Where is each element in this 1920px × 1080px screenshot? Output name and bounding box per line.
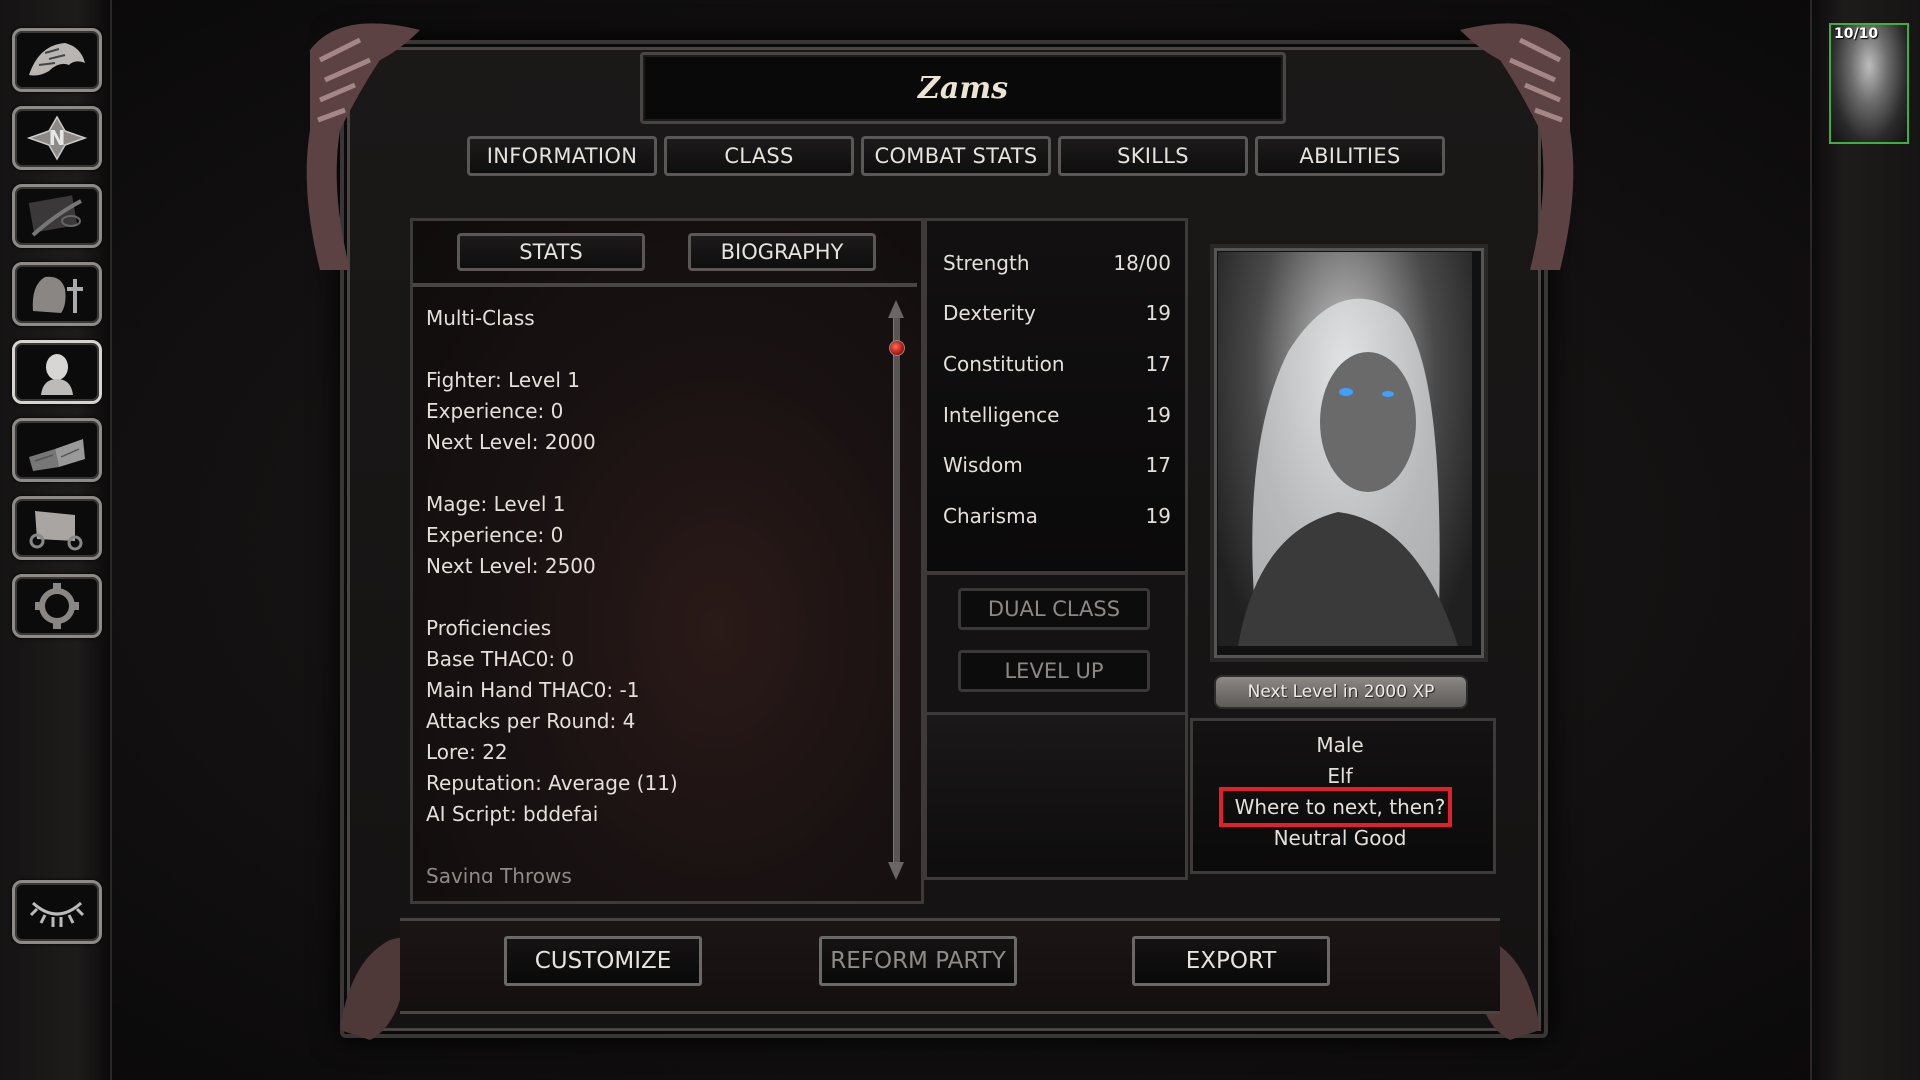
quill-icon bbox=[28, 195, 82, 237]
party-portrait[interactable]: 10/10 bbox=[1829, 23, 1909, 144]
info-line: Next Level: 2000 bbox=[426, 430, 596, 454]
info-line: Lore: 22 bbox=[426, 740, 508, 764]
left-sidebar: N bbox=[0, 0, 112, 1080]
ability-label: Strength bbox=[943, 251, 1030, 275]
export-button[interactable]: EXPORT bbox=[1132, 936, 1330, 986]
gender-label: Male bbox=[1316, 733, 1364, 757]
info-line bbox=[426, 830, 866, 861]
dual-class-button[interactable]: DUAL CLASS bbox=[958, 588, 1150, 630]
ability-row-strength: Strength 18/00 bbox=[943, 243, 1171, 283]
ability-value: 17 bbox=[1145, 352, 1171, 376]
ability-row-charisma: Charisma 19 bbox=[943, 496, 1171, 536]
ability-value: 17 bbox=[1145, 453, 1171, 477]
head-bust-icon bbox=[41, 354, 73, 395]
subtab-stats[interactable]: STATS bbox=[457, 233, 645, 271]
ability-row-dexterity: Dexterity 19 bbox=[943, 293, 1171, 333]
scroll-down-arrow-icon[interactable] bbox=[888, 862, 904, 880]
race-label: Elf bbox=[1327, 764, 1353, 788]
closed-eye-icon bbox=[29, 901, 85, 927]
info-line bbox=[426, 334, 866, 365]
info-line: AI Script: bddefai bbox=[426, 802, 599, 826]
mage-spellbook-button[interactable] bbox=[12, 418, 102, 482]
inventory-button[interactable] bbox=[12, 262, 102, 326]
info-line: Multi-Class bbox=[426, 306, 535, 330]
tab-information[interactable]: INFORMATION bbox=[467, 136, 657, 176]
alignment-label: Neutral Good bbox=[1273, 826, 1407, 850]
options-button[interactable] bbox=[12, 574, 102, 638]
elf-portrait-icon bbox=[1238, 298, 1458, 646]
ability-value: 19 bbox=[1145, 504, 1171, 528]
character-name: Zams bbox=[918, 70, 1008, 106]
armor-sword-icon bbox=[32, 276, 83, 313]
customize-button[interactable]: CUSTOMIZE bbox=[504, 936, 702, 986]
info-line: Attacks per Round: 4 bbox=[426, 709, 636, 733]
compass-icon: N bbox=[26, 115, 88, 161]
character-record-button[interactable] bbox=[12, 340, 102, 404]
scroll-thumb[interactable] bbox=[889, 340, 905, 356]
dragon-head-icon bbox=[29, 43, 85, 76]
reform-party-button[interactable]: REFORM PARTY bbox=[819, 936, 1017, 986]
dragon-ornament-icon bbox=[1460, 23, 1574, 270]
info-line: Main Hand THAC0: -1 bbox=[426, 678, 640, 702]
rest-button[interactable] bbox=[12, 880, 102, 944]
tab-skills[interactable]: SKILLS bbox=[1058, 136, 1248, 176]
tab-abilities[interactable]: ABILITIES bbox=[1255, 136, 1445, 176]
character-info-text: Multi-Class Fighter: Level 1 Experience:… bbox=[426, 303, 866, 883]
ability-label: Intelligence bbox=[943, 403, 1060, 427]
level-up-button[interactable]: LEVEL UP bbox=[958, 650, 1150, 692]
highlight-box bbox=[1219, 787, 1452, 827]
info-line: Fighter: Level 1 bbox=[426, 368, 580, 392]
empty-panel bbox=[924, 712, 1188, 880]
info-line: Reputation: Average (11) bbox=[426, 771, 678, 795]
priest-scroll-button[interactable] bbox=[12, 496, 102, 560]
map-button[interactable]: N bbox=[12, 106, 102, 170]
ability-label: Wisdom bbox=[943, 453, 1023, 477]
journal-button[interactable] bbox=[12, 184, 102, 248]
character-portrait[interactable] bbox=[1218, 252, 1472, 646]
tab-combat-stats[interactable]: COMBAT STATS bbox=[861, 136, 1051, 176]
svg-text:N: N bbox=[49, 126, 66, 150]
book-icon bbox=[29, 439, 85, 471]
tab-class[interactable]: CLASS bbox=[664, 136, 854, 176]
info-line: Next Level: 2500 bbox=[426, 554, 596, 578]
ability-value: 18/00 bbox=[1113, 251, 1171, 275]
ability-row-intelligence: Intelligence 19 bbox=[943, 395, 1171, 435]
info-line bbox=[426, 582, 866, 613]
ability-scores-panel: Strength 18/00 Dexterity 19 Constitution… bbox=[924, 218, 1188, 574]
scroll-up-arrow-icon[interactable] bbox=[888, 300, 904, 318]
party-portrait-hp: 10/10 bbox=[1834, 26, 1879, 42]
return-to-game-button[interactable] bbox=[12, 28, 102, 92]
ability-label: Dexterity bbox=[943, 301, 1036, 325]
ability-label: Constitution bbox=[943, 352, 1065, 376]
gear-icon bbox=[35, 583, 79, 629]
info-line: Experience: 0 bbox=[426, 523, 564, 547]
subtab-biography[interactable]: BIOGRAPHY bbox=[688, 233, 876, 271]
divider bbox=[412, 283, 917, 287]
info-line: Mage: Level 1 bbox=[426, 492, 566, 516]
ability-row-constitution: Constitution 17 bbox=[943, 344, 1171, 384]
scroll-icon bbox=[29, 511, 83, 551]
ability-value: 19 bbox=[1145, 403, 1171, 427]
next-level-xp-bar: Next Level in 2000 XP bbox=[1214, 675, 1468, 709]
ability-row-wisdom: Wisdom 17 bbox=[943, 445, 1171, 485]
scroll-track[interactable] bbox=[893, 310, 900, 870]
ability-value: 19 bbox=[1145, 301, 1171, 325]
party-bar bbox=[1810, 0, 1920, 1080]
info-line bbox=[426, 458, 866, 489]
character-name-bar: Zams bbox=[640, 52, 1286, 124]
info-scrollbar[interactable] bbox=[888, 300, 905, 880]
info-line: Experience: 0 bbox=[426, 399, 564, 423]
info-line: Saving Throws bbox=[426, 864, 572, 883]
info-line: Proficiencies bbox=[426, 616, 552, 640]
info-line: Base THAC0: 0 bbox=[426, 647, 575, 671]
ability-label: Charisma bbox=[943, 504, 1038, 528]
